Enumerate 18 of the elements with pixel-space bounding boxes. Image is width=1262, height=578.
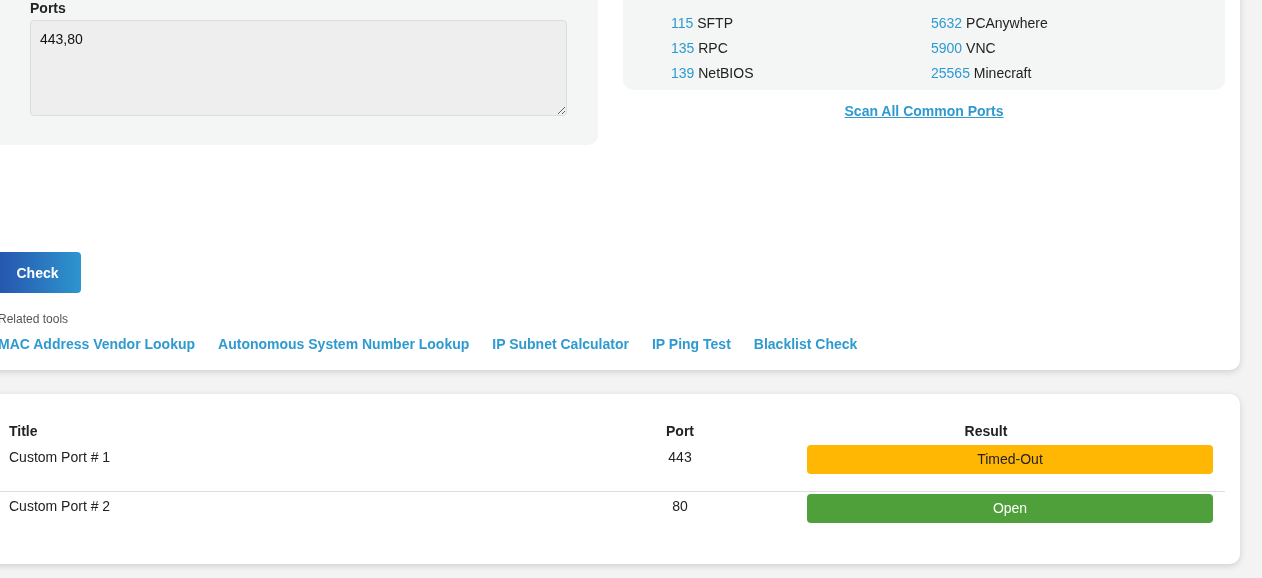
common-port-item[interactable]: 5900 VNC xyxy=(931,36,1191,61)
column-header: Port xyxy=(665,422,695,441)
table-cell: Custom Port # 2 xyxy=(0,491,610,539)
common-port-item[interactable]: 135 RPC xyxy=(671,36,931,61)
ports-field[interactable]: 443,80 xyxy=(30,20,567,116)
column-header: Title xyxy=(8,422,39,441)
common-port-item[interactable]: 5632 PCAnywhere xyxy=(931,11,1191,36)
table-cell: 443 xyxy=(610,443,750,491)
common-port-item[interactable]: 115 SFTP xyxy=(671,11,931,36)
field-label: Ports xyxy=(30,0,67,18)
common-port-item[interactable]: 25565 Minecraft xyxy=(931,61,1191,86)
result-badge: Open xyxy=(807,493,1213,523)
common-port-item[interactable]: 139 NetBIOS xyxy=(671,61,931,86)
column-header: Result xyxy=(963,422,1009,441)
table-cell: Custom Port # 1 xyxy=(0,443,610,491)
table-cell: 80 xyxy=(610,491,750,539)
check-button[interactable]: Check xyxy=(0,252,81,293)
result-badge: Timed-Out xyxy=(807,445,1213,474)
